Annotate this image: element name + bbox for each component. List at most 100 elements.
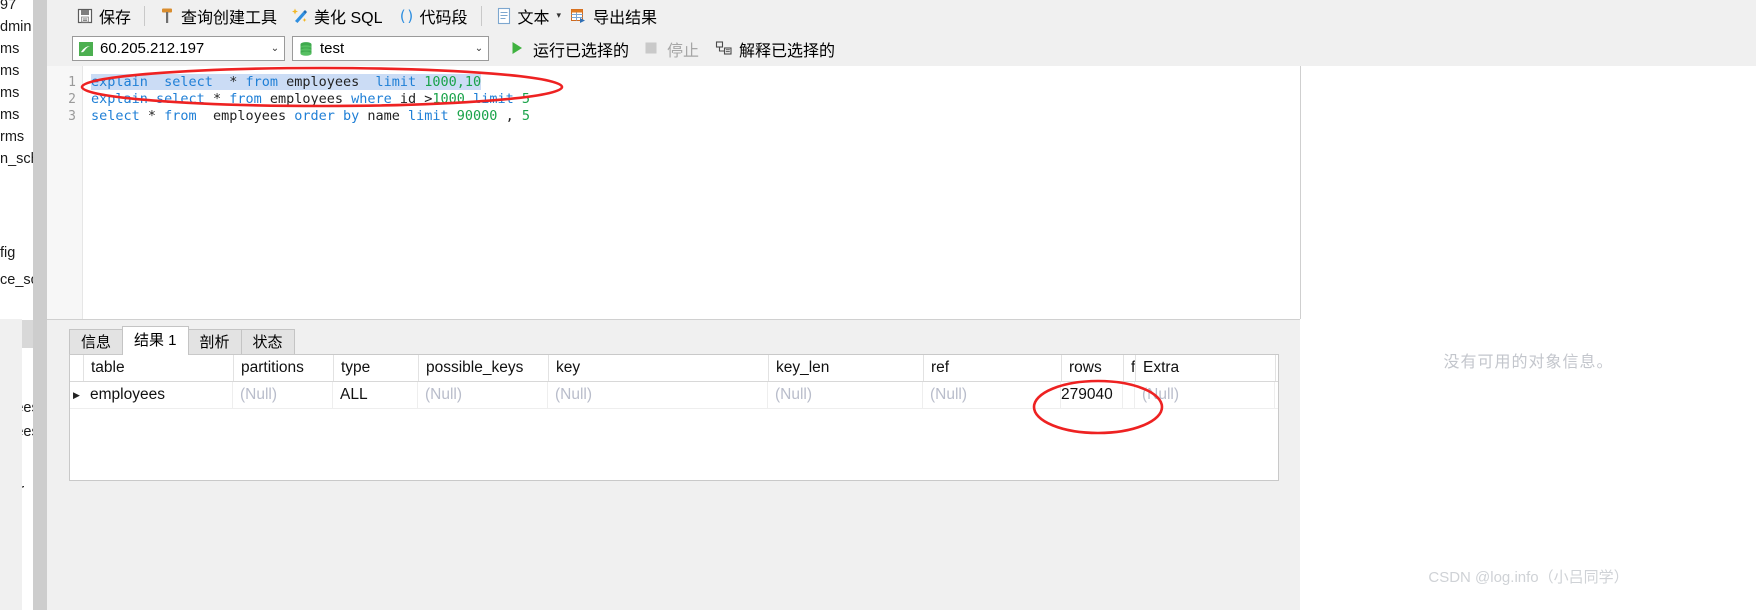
- toolbar-separator: [480, 5, 482, 26]
- sidebar-item-3[interactable]: ms: [0, 63, 19, 80]
- sidebar-item-label: 97: [0, 0, 17, 13]
- connection-value: 60.205.212.197: [100, 40, 205, 57]
- grid-body[interactable]: ▶ employees (Null) ALL (Null) (Null) (Null) (Nu…: [70, 382, 1278, 409]
- chevron-down-icon[interactable]: ▾: [557, 10, 562, 21]
- stop-button: 停止: [636, 36, 706, 62]
- sidebar-item-label: ms: [0, 63, 20, 79]
- sidebar-item-2[interactable]: ms: [0, 41, 19, 58]
- table-cell[interactable]: employees: [83, 382, 233, 408]
- column-header[interactable]: type: [334, 355, 419, 381]
- export-result-icon: [570, 7, 588, 25]
- column-header[interactable]: f: [1124, 355, 1136, 381]
- mysql-dolphin-icon: [78, 41, 94, 57]
- editor-line-3[interactable]: select * from employees order by name li…: [83, 108, 1300, 125]
- sidebar-item-label: ms: [0, 41, 20, 57]
- column-header[interactable]: key: [549, 355, 769, 381]
- code-token: select: [156, 74, 222, 90]
- editor-line-text: explain select * from employees limit 10…: [91, 74, 482, 90]
- chevron-down-icon[interactable]: ⌄: [266, 43, 284, 54]
- text-mode-label: 文本: [517, 9, 550, 27]
- beautify-sql-label: 美化 SQL: [314, 9, 383, 27]
- sidebar-item-6[interactable]: rms: [0, 129, 24, 146]
- code-token: *: [221, 74, 246, 90]
- save-button[interactable]: 保存: [69, 3, 138, 29]
- editor-gutter: 1 2 3: [47, 66, 83, 319]
- explain-result-grid[interactable]: table partitions type possible_keys key key_l…: [69, 354, 1279, 481]
- watermark-text: CSDN @log.info（小吕同学）: [1428, 569, 1629, 586]
- database-select[interactable]: test ⌄: [292, 36, 489, 61]
- connection-select[interactable]: 60.205.212.197 ⌄: [72, 36, 285, 61]
- editor-line-1[interactable]: explain select * from employees limit 10…: [83, 74, 1300, 91]
- table-cell[interactable]: (Null): [233, 382, 333, 408]
- sidebar-item-8[interactable]: fig: [0, 245, 15, 262]
- sidebar-scrollbar[interactable]: [33, 0, 47, 610]
- explain-selected-label: 解释已选择的: [739, 42, 836, 60]
- sql-editor[interactable]: 1 2 3 explain select * from employees li…: [47, 66, 1301, 319]
- editor-line-text: explain select * from employees where id…: [91, 91, 530, 107]
- table-cell[interactable]: (Null): [418, 382, 548, 408]
- export-result-button[interactable]: 导出结果: [568, 3, 664, 29]
- sidebar-item-4[interactable]: ms: [0, 85, 19, 102]
- chevron-down-icon[interactable]: ⌄: [470, 43, 488, 54]
- table-cell[interactable]: (Null): [923, 382, 1061, 408]
- code-token: order by: [294, 108, 368, 124]
- query-builder-button[interactable]: 查询创建工具: [151, 3, 284, 29]
- column-header[interactable]: ref: [924, 355, 1062, 381]
- save-button-label: 保存: [99, 9, 132, 27]
- tab-label: 结果 1: [134, 332, 177, 349]
- code-token: name: [367, 108, 409, 124]
- column-header[interactable]: table: [84, 355, 234, 381]
- tab-label: 剖析: [199, 334, 230, 351]
- run-selected-button[interactable]: 运行已选择的: [502, 36, 636, 62]
- sidebar-item-0[interactable]: 97: [0, 0, 16, 14]
- line-number: 3: [68, 109, 76, 124]
- code-token: limit: [408, 108, 457, 124]
- explain-selected-button[interactable]: 解释已选择的: [708, 36, 842, 62]
- code-token: employees: [204, 108, 295, 124]
- code-token: id >: [399, 91, 433, 107]
- tab-label: 状态: [252, 334, 283, 351]
- table-cell[interactable]: 279040: [1061, 382, 1123, 408]
- sidebar-item-label: ms: [0, 85, 20, 101]
- grid-header-row: table partitions type possible_keys key key_l…: [70, 355, 1278, 382]
- code-token: employees: [269, 91, 352, 107]
- code-token: limit: [367, 74, 425, 90]
- tab-profile[interactable]: 剖析: [187, 329, 242, 355]
- column-header[interactable]: key_len: [769, 355, 924, 381]
- table-row[interactable]: ▶ employees (Null) ALL (Null) (Null) (Null) (Nu…: [70, 382, 1278, 409]
- save-icon: [76, 7, 94, 25]
- table-cell[interactable]: [1123, 382, 1135, 408]
- text-mode-button[interactable]: 文本 ▾: [488, 3, 569, 29]
- table-cell[interactable]: ALL: [333, 382, 418, 408]
- column-header[interactable]: rows: [1062, 355, 1124, 381]
- sidebar-item-5[interactable]: ms: [0, 107, 19, 124]
- tab-status[interactable]: 状态: [240, 329, 295, 355]
- editor-line-2[interactable]: explain select * from employees where id…: [83, 91, 1300, 108]
- query-builder-label: 查询创建工具: [181, 9, 278, 27]
- sidebar-item-label: ms: [0, 107, 20, 123]
- row-marker-header: [70, 355, 84, 381]
- code-snippet-button[interactable]: ( ) 代码段: [390, 3, 475, 29]
- tab-result-1[interactable]: 结果 1: [122, 326, 189, 355]
- tab-info[interactable]: 信息: [69, 329, 124, 355]
- table-cell[interactable]: (Null): [548, 382, 768, 408]
- code-token: from: [229, 91, 270, 107]
- column-header[interactable]: partitions: [234, 355, 334, 381]
- code-snippet-icon: ( ): [397, 7, 415, 25]
- table-cell[interactable]: (Null): [1135, 382, 1275, 408]
- code-token: select: [91, 108, 148, 124]
- code-token: *: [147, 108, 165, 124]
- text-icon: [495, 7, 513, 25]
- code-token: 5: [521, 108, 530, 124]
- code-token: 1000: [432, 91, 474, 107]
- line-number: 1: [68, 75, 76, 90]
- play-icon: [509, 40, 527, 58]
- column-header[interactable]: possible_keys: [419, 355, 549, 381]
- beautify-sql-button[interactable]: 美化 SQL: [284, 3, 389, 29]
- table-cell[interactable]: (Null): [768, 382, 923, 408]
- code-token: explain: [91, 74, 157, 90]
- code-token: 5: [521, 91, 530, 107]
- editor-code-area[interactable]: explain select * from employees limit 10…: [83, 66, 1300, 319]
- sidebar-item-1[interactable]: dmin: [0, 19, 31, 36]
- column-header[interactable]: Extra: [1136, 355, 1276, 381]
